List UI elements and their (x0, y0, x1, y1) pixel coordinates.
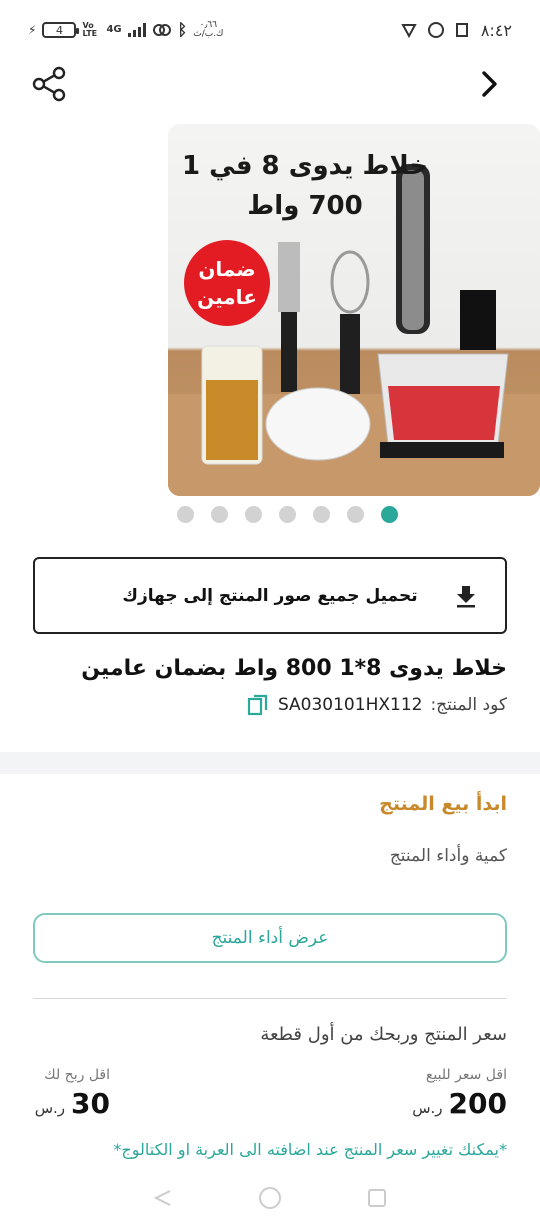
carousel-dot[interactable] (347, 506, 364, 523)
status-left: ⚡ 4 Vo LTE 4G ᛒ ٠٫٦٦ ك.ب/ث (28, 21, 223, 39)
carousel-dot[interactable] (177, 506, 194, 523)
carousel-dot[interactable] (279, 506, 296, 523)
network-type: 4G (106, 24, 122, 35)
min-price-value: 200 (448, 1087, 507, 1120)
bluetooth-icon: ᛒ (177, 20, 188, 39)
min-price-value-row: 200 ر.س (412, 1087, 507, 1120)
vpn-icon (401, 24, 417, 38)
download-images-button[interactable]: تحميل جميع صور المنتج إلى جهازك (33, 557, 507, 634)
nav-home-icon[interactable] (255, 1183, 285, 1213)
carousel-dot[interactable] (381, 506, 398, 523)
copy-icon[interactable] (246, 693, 270, 717)
net-speed-unit: ك.ب/ث (193, 29, 224, 39)
product-title: خلاط يدوى 8*1 800 واط بضمان عامين (81, 656, 507, 681)
image-headline: خلاط يدوى 8 في 1 700 واط (182, 146, 428, 226)
whatsapp-icon (427, 22, 444, 38)
product-code-value: SA030101HX112 (277, 695, 423, 715)
carousel-dot[interactable] (211, 506, 228, 523)
system-nav-bar (0, 1165, 540, 1230)
download-icon (457, 586, 475, 608)
min-price-label: اقل سعر للبيع (425, 1067, 507, 1083)
status-right: ٨:٤٢ (401, 21, 512, 40)
carousel-dot[interactable] (245, 506, 262, 523)
net-speed: ٠٫٦٦ ك.ب/ث (193, 21, 223, 39)
image-headline-line2: 700 واط (247, 191, 363, 221)
clipboard-icon (455, 23, 468, 37)
warranty-badge-line1: ضمان (198, 257, 256, 281)
nav-recents-icon[interactable] (362, 1183, 392, 1213)
min-price-block: اقل سعر للبيع 200 ر.س (412, 1067, 507, 1120)
volte-icon: Vo LTE (82, 21, 98, 38)
min-profit-currency: ر.س (34, 1099, 66, 1117)
signal-icon (127, 23, 146, 37)
view-performance-button[interactable]: عرض أداء المنتج (33, 913, 507, 963)
min-profit-block: اقل ربح لك 30 ر.س (35, 1067, 110, 1120)
warranty-badge-line2: عامين (197, 285, 257, 309)
product-code-row: كود المنتج: SA030101HX112 (246, 693, 507, 717)
carousel-dots (0, 506, 540, 523)
min-profit-label: اقل ربح لك (44, 1067, 110, 1083)
download-images-label: تحميل جميع صور المنتج إلى جهازك (122, 585, 418, 606)
warranty-badge: ضمان عامين (184, 240, 270, 326)
carousel-dot[interactable] (313, 506, 330, 523)
pricing-heading: سعر المنتج وربحك من أول قطعة (260, 1024, 507, 1045)
status-bar: ⚡ 4 Vo LTE 4G ᛒ ٠٫٦٦ ك.ب/ث ٨:٤٢ (0, 0, 540, 60)
chevron-right-icon[interactable] (470, 64, 510, 104)
hotspot-icon (152, 24, 171, 36)
battery-level: 4 (55, 23, 63, 37)
battery-icon: 4 (42, 22, 80, 38)
charging-icon: ⚡ (28, 23, 37, 37)
image-headline-line1: خلاط يدوى 8 في 1 (182, 151, 428, 181)
start-selling-heading: ابدأ بيع المنتج (379, 793, 507, 815)
min-price-currency: ر.س (412, 1099, 443, 1117)
quantity-performance-label: كمية وأداء المنتج (389, 846, 507, 866)
nav-back-icon[interactable] (148, 1183, 178, 1213)
clock: ٨:٤٢ (480, 20, 512, 40)
top-bar (0, 60, 540, 110)
product-image[interactable]: خلاط يدوى 8 في 1 700 واط ضمان عامين (168, 124, 540, 496)
section-separator (0, 752, 540, 774)
min-profit-value: 30 (71, 1087, 110, 1120)
divider (33, 998, 507, 999)
price-change-note: *يمكنك تغيير سعر المنتج عند اضافته الى ا… (113, 1140, 507, 1159)
min-profit-value-row: 30 ر.س (35, 1087, 110, 1120)
share-icon[interactable] (30, 64, 70, 104)
product-code-label: كود المنتج: (430, 695, 507, 715)
